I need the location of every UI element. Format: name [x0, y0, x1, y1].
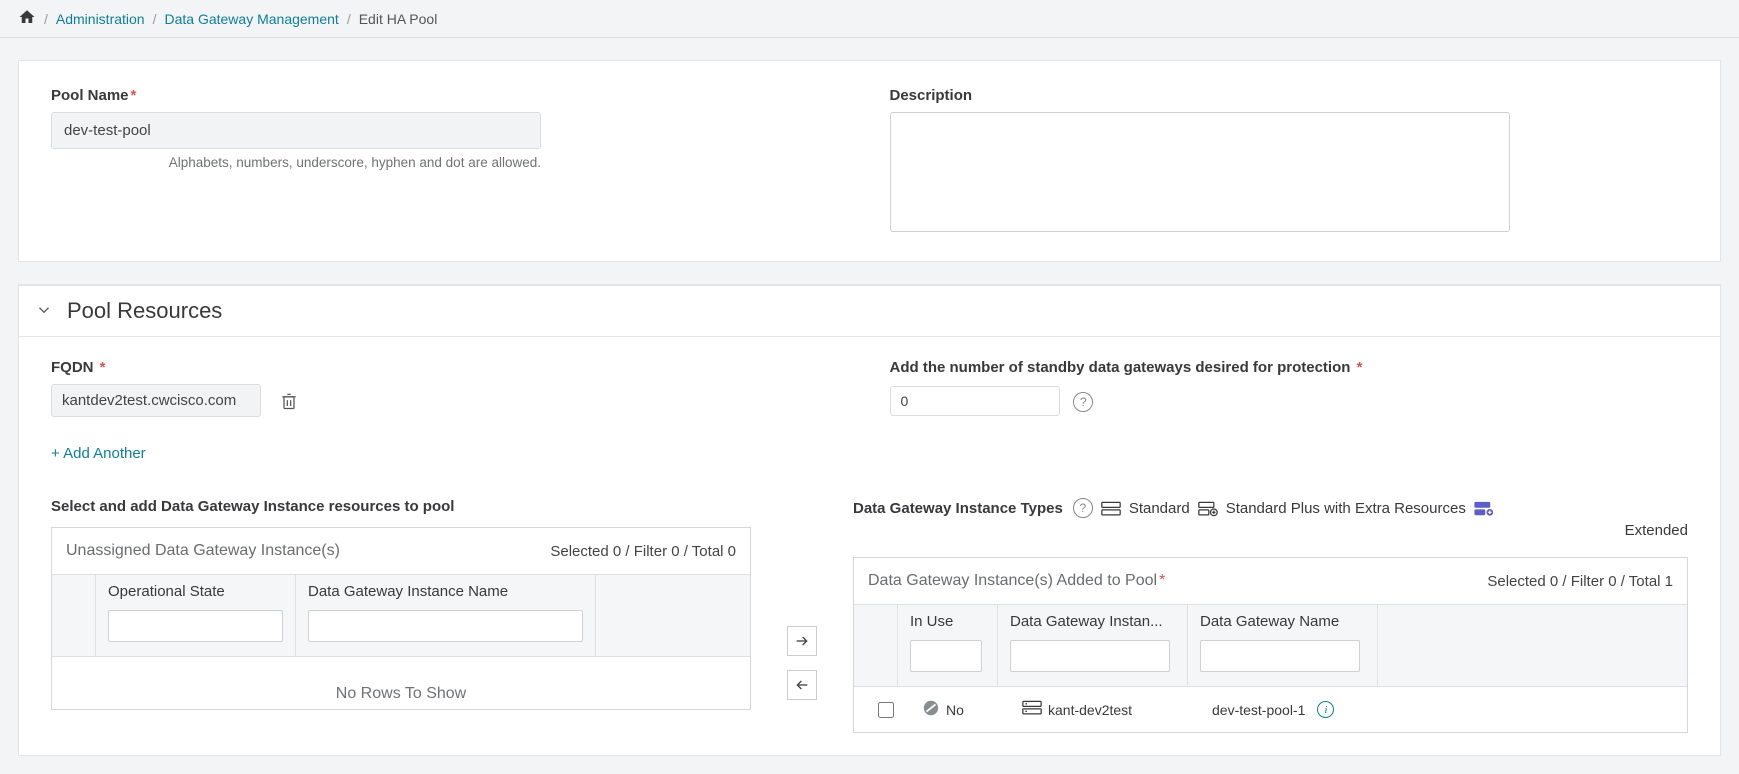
unassigned-grid-stats: Selected 0 / Filter 0 / Total 0	[550, 543, 736, 560]
added-grid-stats: Selected 0 / Filter 0 / Total 1	[1487, 573, 1673, 590]
description-textarea[interactable]	[890, 112, 1510, 232]
standby-label: Add the number of standby data gateways …	[890, 359, 1689, 376]
extended-type-icon	[1474, 499, 1494, 516]
move-right-button[interactable]	[787, 626, 817, 656]
instance-value: kant-dev2test	[1048, 702, 1132, 718]
filter-operational-state[interactable]	[108, 610, 283, 642]
col-instance: Data Gateway Instan...	[1010, 613, 1175, 630]
fqdn-input[interactable]	[51, 384, 261, 417]
breadcrumb-sep: /	[153, 11, 157, 27]
unassigned-grid-title: Unassigned Data Gateway Instance(s)	[66, 542, 340, 560]
filter-in-use[interactable]	[910, 640, 982, 672]
server-icon	[1022, 699, 1042, 720]
breadcrumb-administration[interactable]: Administration	[56, 11, 145, 27]
delete-fqdn-button[interactable]	[279, 390, 299, 412]
row-checkbox[interactable]	[878, 702, 894, 718]
no-rows-message: No Rows To Show	[52, 657, 750, 709]
info-icon[interactable]: i	[1317, 701, 1334, 718]
not-in-use-icon	[922, 699, 940, 720]
unassigned-grid: Unassigned Data Gateway Instance(s) Sele…	[51, 527, 751, 710]
add-another-fqdn[interactable]: + Add Another	[51, 445, 146, 462]
standby-help-icon[interactable]: ?	[1073, 392, 1093, 412]
pool-details-panel: Pool Name* Alphabets, numbers, underscor…	[18, 60, 1721, 262]
breadcrumb-current: Edit HA Pool	[359, 11, 438, 27]
move-left-button[interactable]	[787, 670, 817, 700]
pool-resources-header[interactable]: Pool Resources	[19, 285, 1720, 337]
breadcrumb-sep: /	[44, 11, 48, 27]
added-grid-title: Data Gateway Instance(s) Added to Pool	[868, 572, 1157, 589]
pool-resources-panel: Pool Resources FQDN * + Add Another	[18, 284, 1721, 756]
breadcrumb-sep: /	[347, 11, 351, 27]
breadcrumb-data-gateway-management[interactable]: Data Gateway Management	[164, 11, 338, 27]
home-icon[interactable]	[18, 8, 36, 29]
standby-input[interactable]	[890, 386, 1060, 416]
pool-name-helper: Alphabets, numbers, underscore, hyphen a…	[51, 155, 541, 170]
table-row[interactable]: No kant-dev2test dev-test-pool-1 i	[854, 687, 1687, 732]
chevron-down-icon	[35, 301, 53, 322]
types-label: Data Gateway Instance Types	[853, 500, 1063, 517]
col-in-use: In Use	[910, 613, 985, 630]
col-operational-state: Operational State	[108, 583, 283, 600]
types-extended: Extended	[853, 522, 1688, 539]
filter-instance-name[interactable]	[308, 610, 583, 642]
types-help-icon[interactable]: ?	[1073, 498, 1093, 518]
standard-type-icon	[1101, 499, 1121, 516]
breadcrumb: / Administration / Data Gateway Manageme…	[0, 0, 1739, 38]
types-standard: Standard	[1129, 500, 1190, 517]
types-plus: Standard Plus with Extra Resources	[1226, 500, 1466, 517]
col-gw-name: Data Gateway Name	[1200, 613, 1365, 630]
added-grid: Data Gateway Instance(s) Added to Pool* …	[853, 557, 1688, 733]
in-use-value: No	[946, 702, 964, 718]
gw-name-value: dev-test-pool-1	[1212, 702, 1305, 718]
pool-name-input[interactable]	[51, 112, 541, 149]
pool-name-label: Pool Name*	[51, 87, 850, 104]
filter-instance[interactable]	[1010, 640, 1170, 672]
pool-resources-title: Pool Resources	[67, 298, 222, 324]
standard-plus-type-icon	[1198, 499, 1218, 516]
fqdn-label: FQDN *	[51, 359, 850, 376]
col-instance-name: Data Gateway Instance Name	[308, 583, 583, 600]
filter-gw-name[interactable]	[1200, 640, 1360, 672]
description-label: Description	[890, 87, 1689, 104]
left-grid-section-title: Select and add Data Gateway Instance res…	[51, 498, 751, 515]
